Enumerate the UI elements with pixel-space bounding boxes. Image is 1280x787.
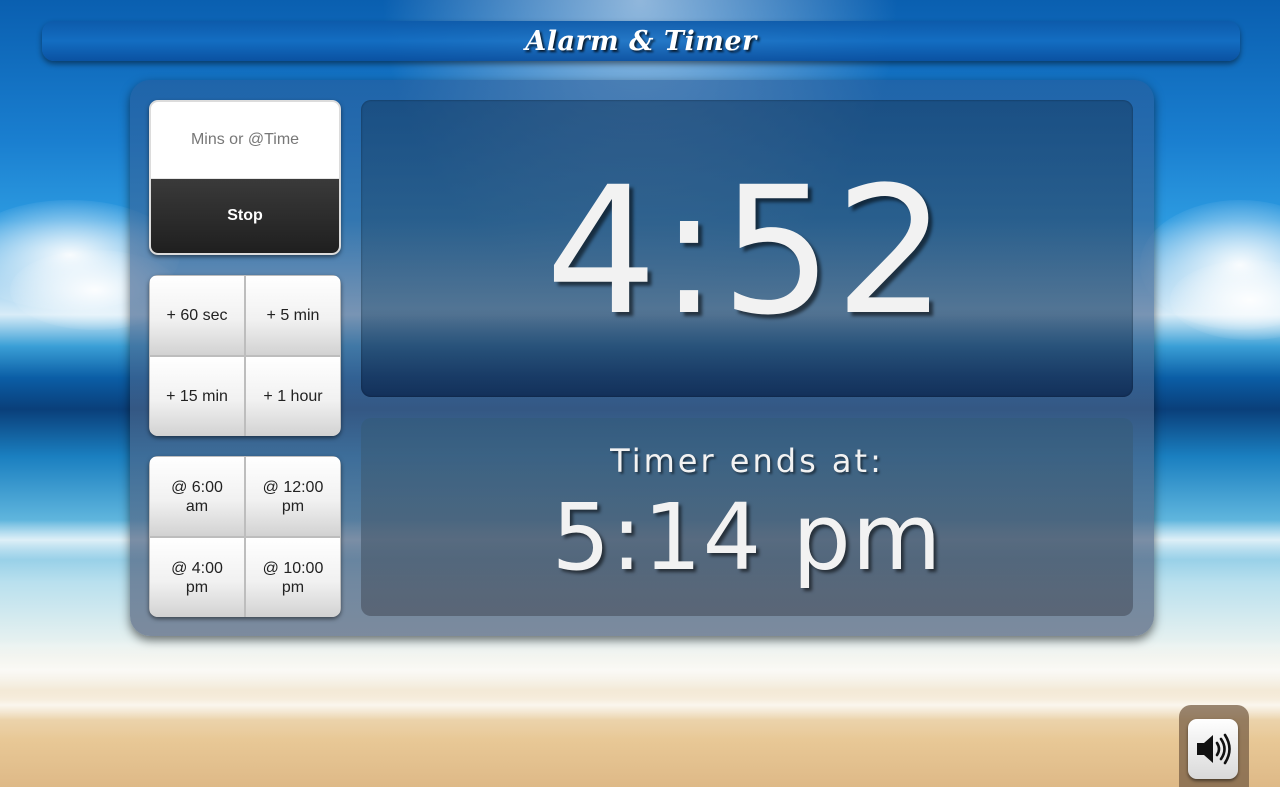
preset-time-buttons: @ 6:00 am @ 12:00 pm @ 4:00 pm @ 10:00 p… bbox=[149, 456, 341, 617]
add-5-min-button[interactable]: + 5 min bbox=[246, 276, 340, 355]
sound-toggle-button[interactable] bbox=[1188, 719, 1238, 779]
preset-12pm-button[interactable]: @ 12:00 pm bbox=[246, 457, 340, 536]
add-60-sec-button[interactable]: + 60 sec bbox=[150, 276, 244, 355]
minutes-or-time-input[interactable] bbox=[151, 102, 339, 178]
app-title: Alarm & Timer bbox=[525, 25, 757, 57]
quick-add-buttons: + 60 sec + 5 min + 15 min + 1 hour bbox=[149, 275, 341, 436]
countdown-display: 4:52 bbox=[361, 100, 1133, 397]
preset-4pm-button[interactable]: @ 4:00 pm bbox=[150, 538, 244, 617]
title-bar: Alarm & Timer bbox=[42, 21, 1240, 61]
surf-line-3 bbox=[0, 690, 1280, 720]
countdown-value: 4:52 bbox=[545, 149, 949, 354]
add-1-hour-button[interactable]: + 1 hour bbox=[246, 357, 340, 436]
timer-ends-display: Timer ends at: 5:14 pm bbox=[361, 418, 1133, 616]
preset-10pm-button[interactable]: @ 10:00 pm bbox=[246, 538, 340, 617]
preset-6am-button[interactable]: @ 6:00 am bbox=[150, 457, 244, 536]
speaker-volume-icon bbox=[1197, 733, 1231, 765]
timer-input-group: Stop bbox=[149, 100, 341, 255]
timer-ends-label: Timer ends at: bbox=[610, 442, 884, 480]
timer-ends-time: 5:14 pm bbox=[551, 484, 943, 591]
add-15-min-button[interactable]: + 15 min bbox=[150, 357, 244, 436]
stop-button[interactable]: Stop bbox=[151, 179, 339, 253]
